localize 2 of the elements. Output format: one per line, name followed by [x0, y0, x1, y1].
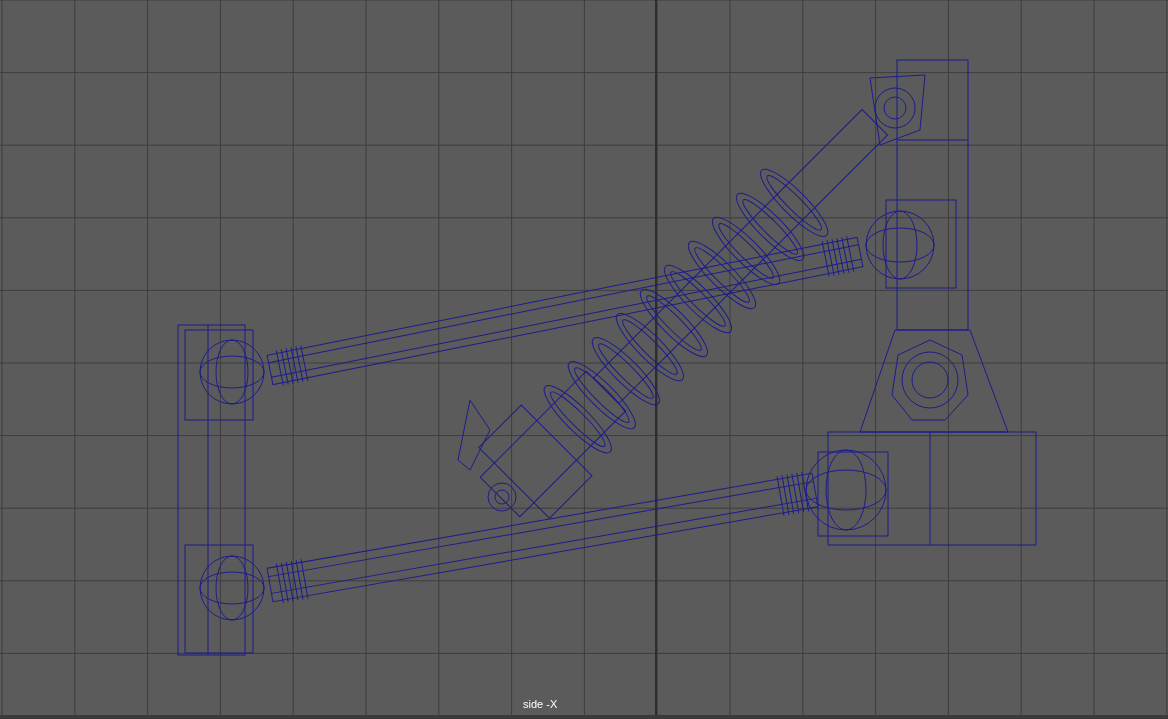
viewport[interactable]: side -X — [0, 0, 1168, 719]
camera-label: side -X — [523, 697, 558, 712]
